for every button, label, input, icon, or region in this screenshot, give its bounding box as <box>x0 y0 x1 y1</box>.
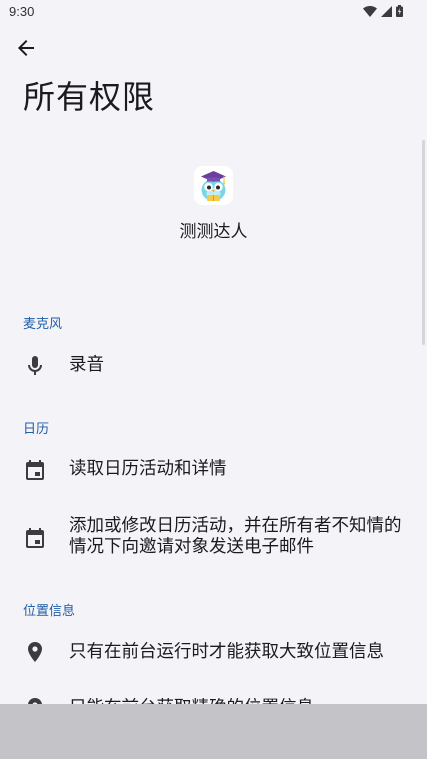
section-header-microphone: 麦克风 <box>23 317 63 332</box>
permission-item-read-calendar[interactable]: 读取日历活动和详情 <box>0 445 427 497</box>
microphone-icon <box>24 355 46 377</box>
page-title: 所有权限 <box>23 78 156 116</box>
scrollbar[interactable] <box>422 140 425 345</box>
bottom-navigation-overlay <box>0 704 427 759</box>
section-header-location: 位置信息 <box>23 604 76 619</box>
permission-label: 添加或修改日历活动，并在所有者不知情的情况下向邀请对象发送电子邮件 <box>69 516 402 557</box>
status-icons <box>363 5 403 17</box>
location-pin-icon <box>24 641 46 663</box>
app-permissions-screen: 9:30 所有权限 测测达人 麦克风 录音 日历 读取日历活动和详情 添加或修改… <box>0 0 427 759</box>
calendar-icon <box>24 459 46 481</box>
arrow-back-icon <box>17 39 35 61</box>
wifi-icon <box>363 5 377 17</box>
permission-label: 只有在前台运行时才能获取大致位置信息 <box>69 642 384 662</box>
owl-graduate-app-icon <box>194 166 233 205</box>
battery-icon <box>396 5 403 17</box>
section-header-calendar: 日历 <box>23 422 50 437</box>
permission-label: 读取日历活动和详情 <box>69 459 227 479</box>
permission-label: 录音 <box>69 355 104 375</box>
app-name: 测测达人 <box>179 222 248 242</box>
status-bar: 9:30 <box>0 0 427 24</box>
permission-item-approximate-location[interactable]: 只有在前台运行时才能获取大致位置信息 <box>0 626 427 678</box>
calendar-icon <box>24 527 46 549</box>
signal-icon <box>381 5 392 17</box>
back-button[interactable] <box>10 34 42 66</box>
status-time: 9:30 <box>9 4 35 19</box>
permission-item-write-calendar[interactable]: 添加或修改日历活动，并在所有者不知情的情况下向邀请对象发送电子邮件 <box>0 510 427 568</box>
permission-item-record-audio[interactable]: 录音 <box>0 340 427 392</box>
